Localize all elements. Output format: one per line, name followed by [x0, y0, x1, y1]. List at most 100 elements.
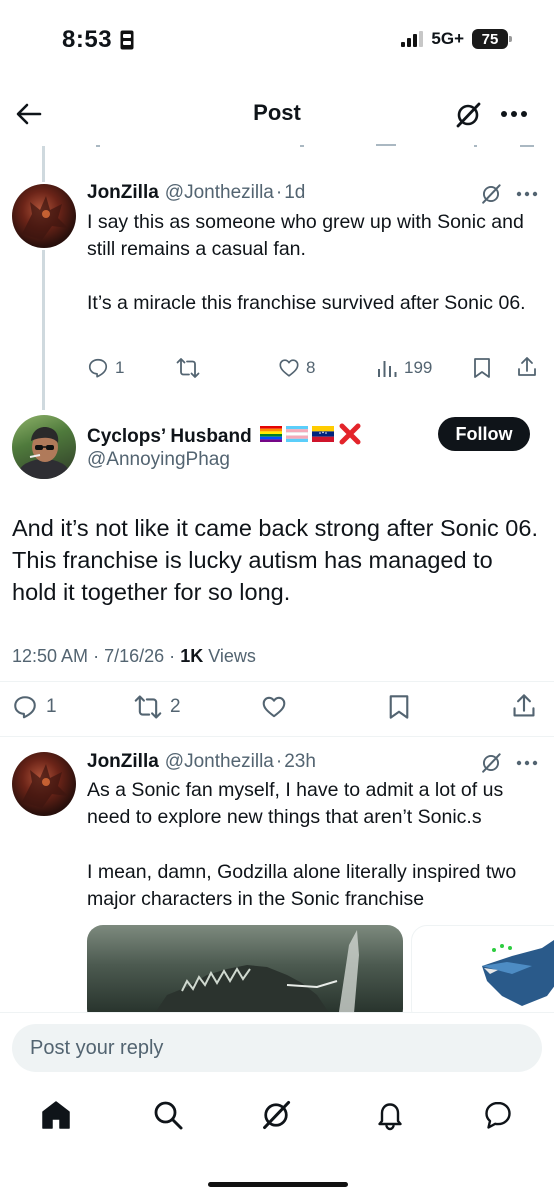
like-button[interactable]: 8 — [278, 357, 315, 379]
share-icon — [518, 357, 536, 376]
post-text: It’s a miracle this franchise survived a… — [87, 292, 526, 314]
venezuela-flag-icon — [311, 426, 334, 442]
reply-icon — [88, 358, 108, 378]
media-image[interactable] — [87, 925, 403, 1025]
like-count: 8 — [306, 358, 316, 377]
thread-line-bottom — [42, 250, 45, 410]
cross-mark-icon — [339, 423, 361, 445]
post-actions: 1 8 199 — [0, 355, 554, 381]
signal-icon — [401, 31, 424, 47]
bookmark-icon — [474, 358, 490, 378]
heart-icon — [279, 359, 299, 377]
bookmark-icon — [389, 695, 409, 719]
post-meta: 12:50 AM · 7/16/26 · 1K Views — [12, 646, 256, 667]
name-flags — [259, 422, 362, 446]
battery-level: 75 — [481, 30, 499, 48]
repost-count: 2 — [170, 696, 181, 717]
share-button[interactable] — [511, 693, 537, 719]
post-text: And it’s not like it came back strong af… — [12, 515, 538, 605]
search-icon — [154, 1101, 183, 1130]
bookmark-button[interactable] — [387, 694, 411, 720]
bell-icon — [378, 1103, 402, 1131]
chat-bubble-icon — [485, 1101, 511, 1129]
network-label: 5G+ — [431, 29, 464, 48]
heart-icon — [262, 696, 286, 718]
reply-button[interactable]: 1 — [12, 694, 57, 720]
reply-button[interactable]: 1 — [87, 357, 124, 379]
previous-post-remnant — [0, 140, 554, 148]
author-name[interactable]: JonZilla — [87, 182, 159, 204]
more-button[interactable] — [516, 760, 538, 766]
separator-dot: · — [93, 646, 100, 666]
reply-count: 1 — [115, 358, 125, 377]
nav-search[interactable] — [152, 1099, 184, 1131]
follow-button[interactable]: Follow — [438, 417, 530, 451]
avatar-image — [18, 427, 70, 479]
repost-button[interactable] — [176, 357, 200, 379]
post-time[interactable]: 1d — [284, 182, 305, 204]
avatar[interactable] — [12, 415, 76, 479]
grok-icon — [482, 753, 501, 773]
author-row: Cyclops’ Husband — [87, 422, 362, 448]
more-icon — [501, 111, 527, 117]
share-button[interactable] — [516, 356, 538, 378]
reply-input[interactable]: Post your reply — [12, 1024, 542, 1072]
repost-button[interactable]: 2 — [134, 694, 181, 720]
bookmark-button[interactable] — [472, 357, 492, 379]
reply-icon — [14, 696, 36, 719]
home-indicator — [208, 1182, 348, 1187]
grok-button[interactable] — [480, 183, 502, 205]
post-time: 12:50 AM — [12, 646, 89, 666]
avatar-image — [22, 764, 68, 808]
parent-reply-header: JonZilla @Jonthezilla · 1d — [87, 182, 305, 204]
nav-notifications[interactable] — [374, 1099, 406, 1131]
home-icon — [42, 1101, 70, 1129]
clock-text: 8:53 — [62, 26, 113, 53]
nav-messages[interactable] — [482, 1099, 514, 1131]
grok-button[interactable] — [480, 752, 502, 774]
like-button[interactable] — [260, 694, 288, 720]
rainbow-flag-icon — [259, 426, 282, 442]
views-button[interactable]: 199 — [376, 357, 432, 379]
author-name[interactable]: Cyclops’ Husband — [87, 426, 252, 448]
post-actions: 1 2 — [0, 693, 554, 723]
status-bar-time: 8:53 — [62, 26, 134, 54]
views-count: 1K — [180, 646, 204, 666]
grok-icon — [456, 102, 481, 128]
more-icon — [516, 760, 538, 766]
divider — [0, 736, 554, 737]
godzilla-image — [147, 930, 359, 1025]
nav-home[interactable] — [40, 1099, 72, 1131]
views-icon — [378, 361, 397, 377]
grok-icon — [263, 1100, 291, 1130]
repost-icon — [176, 358, 200, 378]
nav-grok[interactable] — [260, 1099, 292, 1131]
author-handle[interactable]: @Jonthezilla — [165, 751, 274, 773]
more-icon — [516, 191, 538, 197]
grok-icon — [482, 184, 501, 204]
media-image[interactable] — [411, 925, 554, 1025]
author-handle[interactable]: @Jonthezilla — [165, 182, 274, 204]
avatar[interactable] — [12, 752, 76, 816]
repost-icon — [134, 695, 162, 719]
author-name[interactable]: JonZilla — [87, 751, 159, 773]
more-button[interactable] — [516, 191, 538, 197]
grok-button[interactable] — [454, 101, 482, 129]
author-handle[interactable]: @AnnoyingPhag — [87, 449, 230, 471]
post-text: I say this as someone who grew up with S… — [87, 211, 524, 260]
post-time[interactable]: 23h — [284, 751, 316, 773]
reply-placeholder: Post your reply — [30, 1036, 164, 1059]
transgender-flag-icon — [285, 426, 308, 442]
more-button[interactable] — [500, 110, 528, 118]
post-date: 7/16/26 — [104, 646, 165, 666]
bottom-nav — [0, 1093, 554, 1143]
thread-line-top — [42, 146, 45, 182]
separator-dot: · — [275, 182, 283, 203]
views-label[interactable]: Views — [208, 646, 256, 666]
divider — [0, 681, 554, 682]
reply-count: 1 — [46, 696, 57, 717]
share-icon — [513, 694, 535, 717]
status-bar-right: 5G+ 75 — [401, 29, 512, 49]
avatar[interactable] — [12, 184, 76, 248]
reply-header: JonZilla @Jonthezilla · 23h — [87, 751, 316, 773]
